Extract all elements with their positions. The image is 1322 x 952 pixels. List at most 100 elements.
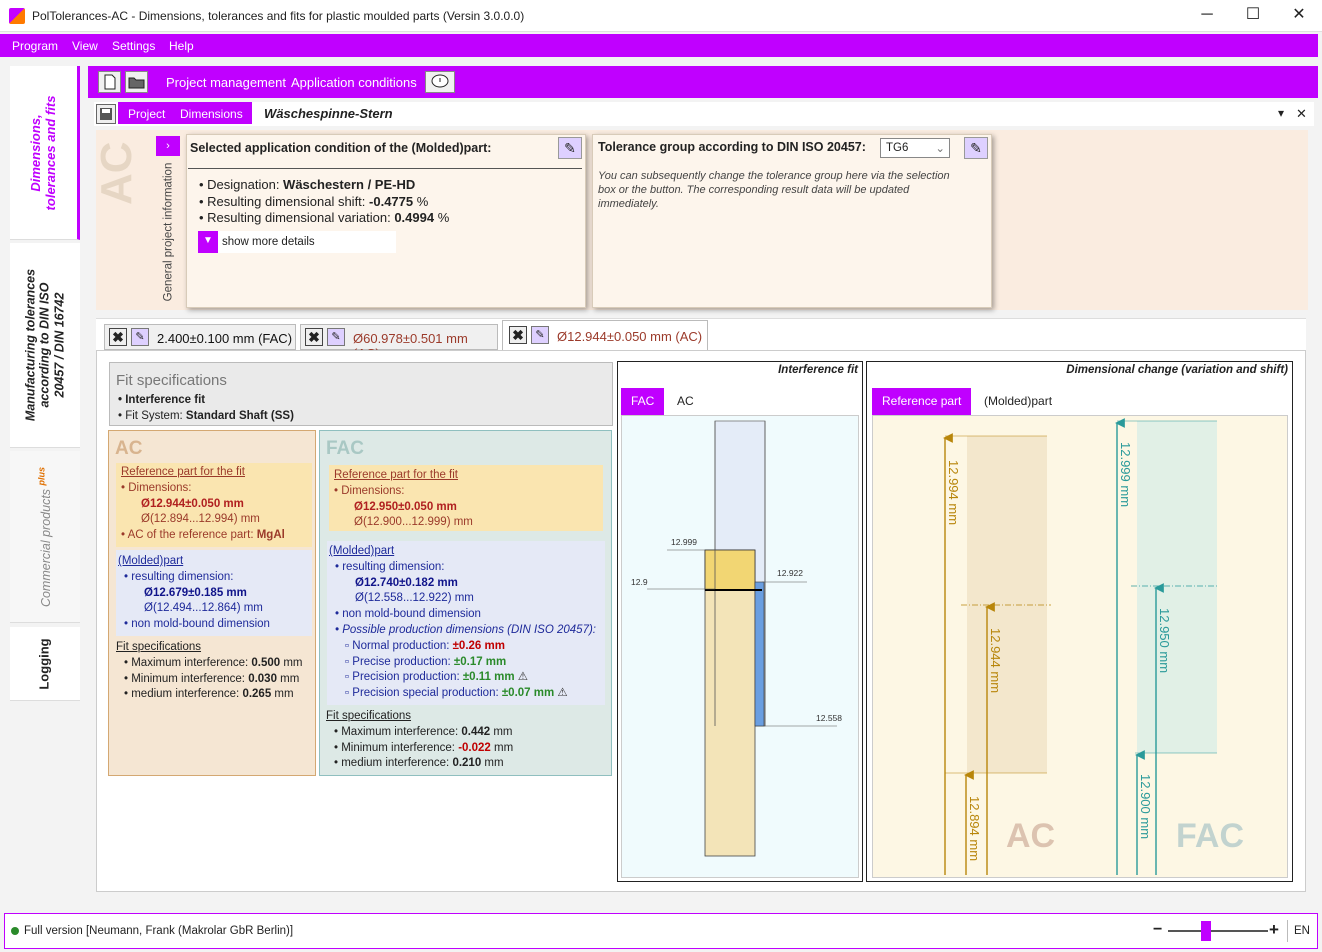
fac-special-value: ±0.07 mm <box>501 687 555 700</box>
unit-label: mm <box>481 757 504 770</box>
fac-med-row: • medium interference: 0.210 mm <box>326 756 513 772</box>
zoom-slider-track[interactable] <box>1168 930 1268 932</box>
sidebar-tab-commercial-label: Commercial products plus <box>37 466 54 606</box>
overlap-band <box>704 549 756 591</box>
ac-non-mold: • non mold-bound dimension <box>124 618 270 631</box>
fac-ref-title: Reference part for the fit <box>334 469 459 481</box>
sidebar-tab-manufacturing[interactable]: Manufacturing tolerances according to DI… <box>10 243 80 448</box>
general-project-info-tab[interactable]: General project information <box>156 158 182 306</box>
fit-tab-1[interactable]: ✖ ✎ 2.400±0.100 mm (FAC) <box>104 324 296 350</box>
fit-tab-2[interactable]: ✖ ✎ Ø60.978±0.501 mm (AC) <box>300 324 498 361</box>
fac-precise-row: ▫ Precise production: ±0.17 mm <box>329 655 596 671</box>
variation-unit: % <box>434 210 450 225</box>
tab-project[interactable]: Project <box>128 107 165 121</box>
zoom-out-button[interactable]: − <box>1153 921 1162 939</box>
fac-normal-row: ▫ Normal production: ±0.26 mm <box>329 639 596 655</box>
application-conditions-link[interactable]: Application conditions <box>291 75 417 90</box>
menu-program[interactable]: Program <box>12 39 58 53</box>
tab-reference-part[interactable]: Reference part <box>872 388 972 415</box>
close-tab-icon[interactable]: ✖ <box>305 328 323 346</box>
fac-precision-label: ▫ Precision production: <box>345 671 463 684</box>
tolerance-group-select[interactable]: TG6 ⌄ <box>880 138 950 158</box>
fac-dims-label: • Dimensions: <box>334 484 405 497</box>
ac-med-label: • medium interference: <box>124 688 243 701</box>
fit-tab-3[interactable]: ✖ ✎ Ø12.944±0.050 mm (AC) <box>502 320 708 351</box>
pencil-icon[interactable]: ✎ <box>327 328 345 346</box>
fac-med-value: 0.210 <box>452 757 482 770</box>
chevron-down-icon: ⌄ <box>935 143 945 155</box>
tab-fac[interactable]: FAC <box>621 388 665 415</box>
ac-label-12944: 12.944 mm <box>988 628 1003 693</box>
tab-ac[interactable]: AC <box>667 388 704 415</box>
menu-view[interactable]: View <box>72 39 98 53</box>
label-12922: 12.922 <box>777 568 803 578</box>
close-tab-icon[interactable]: ✖ <box>109 328 127 346</box>
pencil-icon[interactable]: ✎ <box>131 328 149 346</box>
fac-max-row: • Maximum interference: 0.442 mm <box>326 725 513 741</box>
ac-max-row: • Maximum interference: 0.500 mm <box>116 656 303 672</box>
show-more-details-label[interactable]: show more details <box>222 236 315 248</box>
sidebar-tab-dimensions[interactable]: Dimensions, tolerances and fits <box>10 66 80 240</box>
status-divider <box>1287 920 1288 942</box>
ac-min-row: • Minimum interference: 0.030 mm <box>116 672 303 688</box>
pencil-icon: ✎ <box>970 140 982 156</box>
designation-row: • Designation: Wäschestern / PE-HD <box>199 177 449 194</box>
variation-row: • Resulting dimensional variation: 0.499… <box>199 210 449 227</box>
zoom-slider-thumb[interactable] <box>1201 921 1211 941</box>
edit-tolerance-group-button[interactable]: ✎ <box>964 137 988 159</box>
ac-header: AC <box>115 438 143 459</box>
fac-label-12900: 12.900 mm <box>1138 774 1153 839</box>
sidebar-tab-commercial[interactable]: Commercial products plus <box>10 451 80 623</box>
fac-special-row: ▫ Precision special production: ±0.07 mm… <box>329 686 596 702</box>
ac-result-main: Ø12.679±0.185 mm <box>144 586 247 599</box>
minimize-button[interactable]: ─ <box>1184 0 1230 32</box>
fac-molded-section: (Molded)part • resulting dimension: Ø12.… <box>329 544 596 702</box>
ac-label-12894: 12.894 mm <box>967 796 982 861</box>
shift-unit: % <box>413 193 429 209</box>
save-icon[interactable] <box>96 104 116 124</box>
ac-fit-title: Fit specifications <box>116 641 202 653</box>
fac-precision-row: ▫ Precision production: ±0.11 mm ⚠ <box>329 670 596 686</box>
variation-label: • Resulting dimensional variation: <box>199 210 395 225</box>
shift-value: -0.4775 <box>369 193 414 209</box>
dimensional-change-canvas: 12.994 mm 12.944 mm 12.894 mm 12.999 mm … <box>872 415 1288 878</box>
close-tab-icon[interactable]: ✖ <box>509 326 527 344</box>
menu-help[interactable]: Help <box>169 39 194 53</box>
tab-molded-part[interactable]: (Molded)part <box>974 388 1062 415</box>
ac-dim-main: Ø12.944±0.050 mm <box>141 497 244 510</box>
close-icon[interactable]: ✕ <box>1296 106 1307 122</box>
app-condition-details: • Designation: Wäschestern / PE-HD • Res… <box>199 177 449 227</box>
label-12999: 12.999 <box>671 537 697 547</box>
maximize-button[interactable]: ☐ <box>1230 0 1276 32</box>
menu-settings[interactable]: Settings <box>112 39 155 53</box>
divider <box>188 168 582 169</box>
chevron-down-icon[interactable]: ▾ <box>1278 106 1284 120</box>
license-text: Full version [Neumann, Frank (Makrolar G… <box>24 925 294 937</box>
status-indicator <box>11 927 19 935</box>
variation-value: 0.4994 <box>394 210 435 225</box>
zoom-in-button[interactable]: + <box>1269 920 1279 940</box>
chevron-down-icon[interactable]: ▼ <box>198 231 218 253</box>
close-button[interactable]: ✕ <box>1276 0 1322 32</box>
fac-min-row: • Minimum interference: -0.022 mm <box>326 741 513 757</box>
new-file-icon[interactable] <box>98 71 121 93</box>
sidebar-tab-logging[interactable]: Logging <box>10 627 80 701</box>
tab-dimensions[interactable]: Dimensions <box>180 107 243 121</box>
feedback-icon[interactable] <box>425 71 455 93</box>
fac-result-range: Ø(12.558...12.922) mm <box>355 592 474 605</box>
fac-min-label: • Minimum interference: <box>334 741 459 754</box>
fac-label-12999: 12.999 mm <box>1118 442 1133 507</box>
open-folder-icon[interactable] <box>125 71 148 93</box>
project-management-link[interactable]: Project management <box>166 75 286 90</box>
edit-app-condition-button[interactable]: ✎ <box>558 137 582 159</box>
language-indicator[interactable]: EN <box>1294 925 1310 937</box>
fac-ref-section: Reference part for the fit • Dimensions:… <box>334 468 473 531</box>
shift-label: • Resulting dimensional shift: <box>199 193 370 209</box>
designation-label: • Designation: <box>199 177 284 192</box>
ac-result-label: • resulting dimension: <box>124 570 234 583</box>
pencil-icon[interactable]: ✎ <box>531 326 549 344</box>
fac-header: FAC <box>326 438 364 459</box>
fac-max-label: • Maximum interference: <box>334 725 462 738</box>
expand-general-info-button[interactable]: › <box>156 136 180 156</box>
menu-bar <box>0 34 1318 57</box>
